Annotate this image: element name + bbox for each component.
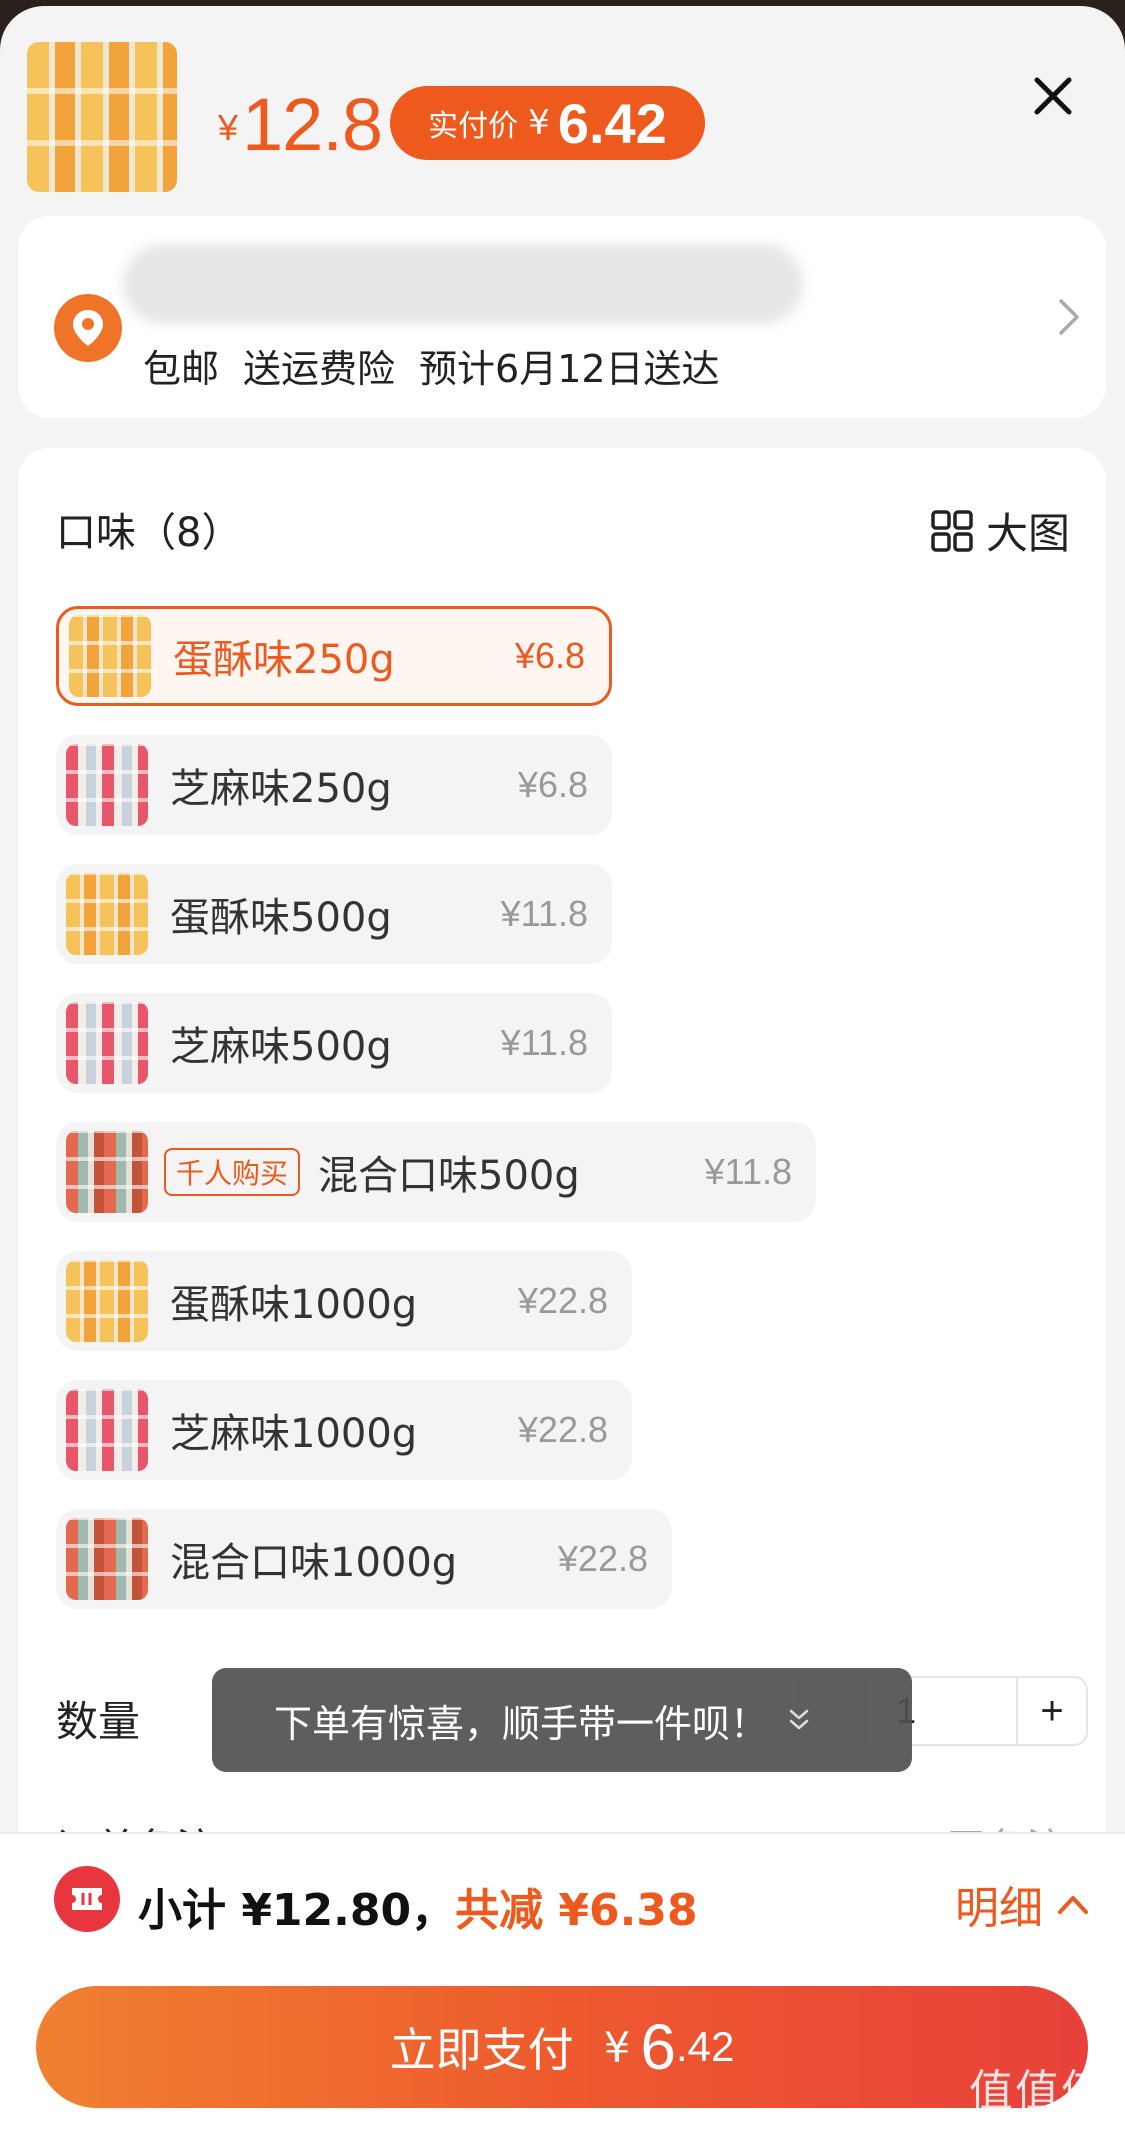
pay-amount-integer: 6 xyxy=(640,2011,676,2083)
pay-amount-decimal: .42 xyxy=(675,2023,735,2070)
quantity-label: 数量 xyxy=(56,1697,141,1746)
popular-tag: 千人购买 xyxy=(164,1148,301,1196)
order-sheet: ¥12.8 实付价 ¥ 6.42 包邮 送运费险 预计6月12日送达 口味（8）… xyxy=(0,6,1125,2144)
quantity-increase-button[interactable]: + xyxy=(1016,1678,1086,1744)
option-price: ¥11.8 xyxy=(500,893,588,934)
option-thumbnail xyxy=(66,1389,148,1471)
paid-price-value: 6.42 xyxy=(557,91,667,155)
option-thumbnail xyxy=(66,1518,148,1600)
flavor-option[interactable]: 芝麻味500g ¥11.8 xyxy=(56,993,612,1093)
checkout-footer: 小计 ¥12.80，共减 ¥6.38 明细 立即支付 ¥ 6.42 值值值 zh… xyxy=(0,1832,1125,2144)
paid-currency: ¥ xyxy=(528,103,550,143)
option-name: 蛋酥味250g xyxy=(173,637,395,683)
option-price: ¥22.8 xyxy=(557,1538,648,1579)
option-price: ¥22.8 xyxy=(517,1280,608,1321)
watermark-logo: 值值值 xyxy=(969,2066,1107,2117)
toast-text: 下单有惊喜，顺手带一件呗！ xyxy=(274,1701,769,1746)
coupon-icon xyxy=(54,1866,120,1932)
promo-toast[interactable]: 下单有惊喜，顺手带一件呗！ xyxy=(212,1668,912,1772)
pay-currency: ¥ xyxy=(603,2022,631,2072)
option-price: ¥6.8 xyxy=(517,764,588,805)
big-image-label: 大图 xyxy=(985,509,1070,558)
flavor-option[interactable]: 芝麻味1000g ¥22.8 xyxy=(56,1380,632,1480)
currency-symbol: ¥ xyxy=(218,107,239,148)
option-price: ¥22.8 xyxy=(517,1409,608,1450)
option-name: 混合口味500g xyxy=(318,1153,580,1199)
location-pin-icon xyxy=(54,294,122,362)
option-thumbnail xyxy=(66,744,148,826)
watermark-url: zhizhizhi.com xyxy=(983,2119,1093,2138)
price-detail-button[interactable]: 明细 xyxy=(955,1872,1089,1936)
discount-amount: 共减 ¥6.38 xyxy=(455,1885,698,1936)
option-name: 蛋酥味1000g xyxy=(170,1282,418,1328)
shipping-info: 包邮 送运费险 预计6月12日送达 xyxy=(143,338,744,393)
shipping-insurance-text: 送运费险 xyxy=(243,347,396,391)
close-icon xyxy=(1034,77,1072,115)
plus-icon: + xyxy=(1040,1688,1064,1733)
grid-icon xyxy=(931,509,973,552)
price-value: 12.8 xyxy=(242,83,383,166)
option-price: ¥11.8 xyxy=(500,1022,588,1063)
product-thumbnail[interactable] xyxy=(27,42,177,192)
option-thumbnail xyxy=(66,873,148,955)
option-name: 芝麻味1000g xyxy=(170,1411,418,1457)
sheet-header: ¥12.8 实付价 ¥ 6.42 xyxy=(0,6,1125,206)
double-chevron-down-icon xyxy=(786,1706,812,1734)
flavor-option[interactable]: 千人购买 混合口味500g ¥11.8 xyxy=(56,1122,816,1222)
flavor-option[interactable]: 混合口味1000g ¥22.8 xyxy=(56,1509,672,1609)
option-name: 芝麻味500g xyxy=(170,1024,392,1070)
original-price: ¥12.8 xyxy=(218,82,383,167)
detail-label: 明细 xyxy=(955,1883,1043,1934)
address-card[interactable]: 包邮 送运费险 预计6月12日送达 xyxy=(18,216,1106,418)
flavor-option[interactable]: 蛋酥味250g ¥6.8 xyxy=(56,606,612,706)
option-name: 芝麻味250g xyxy=(170,766,392,812)
option-price: ¥6.8 xyxy=(514,635,585,676)
watermark: 值值值 zhizhizhi.com xyxy=(969,2055,1107,2138)
flavor-option[interactable]: 蛋酥味500g ¥11.8 xyxy=(56,864,612,964)
spec-card: 口味（8） 大图 蛋酥味250g ¥6.8 芝麻味250g ¥6.8 蛋酥味50… xyxy=(18,448,1106,1848)
free-shipping-text: 包邮 xyxy=(143,347,220,391)
big-image-toggle[interactable]: 大图 xyxy=(930,500,1070,561)
redacted-address xyxy=(123,244,803,324)
close-button[interactable] xyxy=(1025,68,1081,124)
paid-price-badge: 实付价 ¥ 6.42 xyxy=(390,86,705,160)
option-name: 混合口味1000g xyxy=(170,1540,458,1586)
option-thumbnail xyxy=(66,1002,148,1084)
delivery-estimate-text: 预计6月12日送达 xyxy=(419,347,720,391)
pay-now-button[interactable]: 立即支付 ¥ 6.42 xyxy=(36,1986,1088,2108)
option-thumbnail xyxy=(66,1131,148,1213)
option-thumbnail xyxy=(66,1260,148,1342)
chevron-up-icon xyxy=(1058,1896,1088,1914)
flavor-section-title: 口味（8） xyxy=(56,510,242,556)
pay-label: 立即支付 xyxy=(389,2023,574,2077)
paid-price-label: 实付价 xyxy=(428,109,519,144)
subtotal-text: 小计 ¥12.80，共减 ¥6.38 xyxy=(138,1874,698,1938)
chevron-right-icon xyxy=(1059,299,1079,335)
option-price: ¥11.8 xyxy=(704,1151,792,1192)
flavor-option[interactable]: 蛋酥味1000g ¥22.8 xyxy=(56,1251,632,1351)
option-thumbnail xyxy=(69,615,151,697)
subtotal-amount: 小计 ¥12.80， xyxy=(138,1885,456,1936)
flavor-option[interactable]: 芝麻味250g ¥6.8 xyxy=(56,735,612,835)
option-name: 蛋酥味500g xyxy=(170,895,392,941)
